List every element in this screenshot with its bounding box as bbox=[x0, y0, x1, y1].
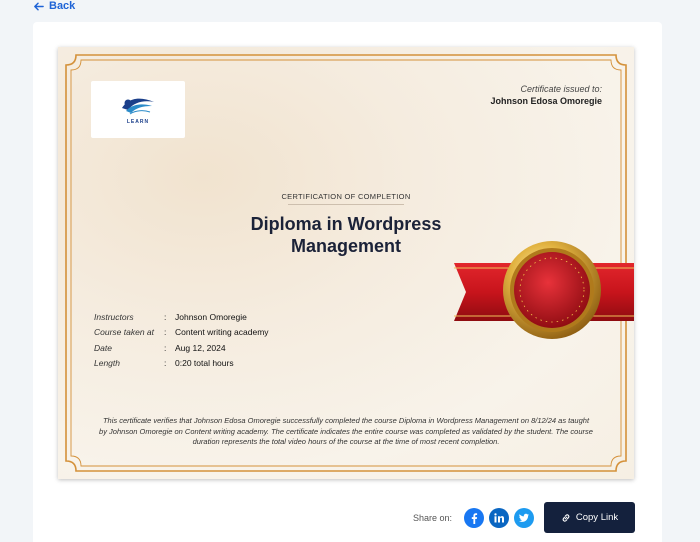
back-link[interactable]: Back bbox=[33, 0, 75, 12]
twitter-share-button[interactable] bbox=[514, 508, 534, 528]
certificate-kicker: CERTIFICATION OF COMPLETION bbox=[281, 192, 411, 201]
detail-row: Course taken at : Content writing academ… bbox=[94, 325, 269, 341]
recipient-name: Johnson Edosa Omoregie bbox=[490, 96, 602, 106]
detail-separator: : bbox=[164, 327, 167, 338]
back-label: Back bbox=[49, 0, 76, 12]
link-icon bbox=[562, 513, 570, 522]
detail-label: Instructors bbox=[94, 311, 134, 322]
issued-to-label: Certificate issued to: bbox=[520, 84, 602, 94]
facebook-share-button[interactable] bbox=[464, 508, 484, 528]
academy-logo: LEARN bbox=[91, 81, 185, 138]
detail-separator: : bbox=[164, 358, 167, 369]
detail-row: Date : Aug 12, 2024 bbox=[94, 340, 269, 356]
detail-label: Length bbox=[94, 358, 120, 369]
gold-seal-ribbon-icon bbox=[454, 241, 634, 339]
detail-row: Length : 0:20 total hours bbox=[94, 356, 269, 372]
detail-value: 0:20 total hours bbox=[175, 358, 234, 369]
course-title-line-1: Diploma in Wordpress bbox=[250, 214, 442, 234]
detail-value: Aug 12, 2024 bbox=[175, 342, 226, 353]
detail-row: Instructors : Johnson Omoregie bbox=[94, 309, 269, 325]
course-details: Instructors : Johnson Omoregie Course ta… bbox=[94, 309, 269, 371]
facebook-icon bbox=[471, 513, 478, 524]
detail-separator: : bbox=[164, 342, 167, 353]
detail-label: Course taken at bbox=[94, 327, 155, 338]
detail-value: Content writing academy bbox=[175, 327, 269, 338]
share-label: Share on: bbox=[413, 513, 453, 523]
verification-text: This certificate verifies that Johnson E… bbox=[99, 416, 593, 446]
kicker-divider bbox=[288, 204, 404, 205]
twitter-icon bbox=[519, 513, 529, 522]
detail-separator: : bbox=[164, 311, 167, 322]
logo-text: LEARN bbox=[126, 119, 150, 125]
linkedin-icon bbox=[494, 513, 504, 523]
certificate: LEARN Certificate issued to: Johnson Edo… bbox=[58, 47, 634, 479]
linkedin-share-button[interactable] bbox=[489, 508, 509, 528]
copy-link-button[interactable]: Copy Link bbox=[544, 502, 635, 533]
bird-logo-icon bbox=[122, 98, 154, 115]
detail-value: Johnson Omoregie bbox=[175, 311, 247, 322]
arrow-left-icon bbox=[34, 2, 44, 10]
copy-link-label: Copy Link bbox=[575, 512, 619, 523]
detail-label: Date bbox=[94, 342, 112, 353]
